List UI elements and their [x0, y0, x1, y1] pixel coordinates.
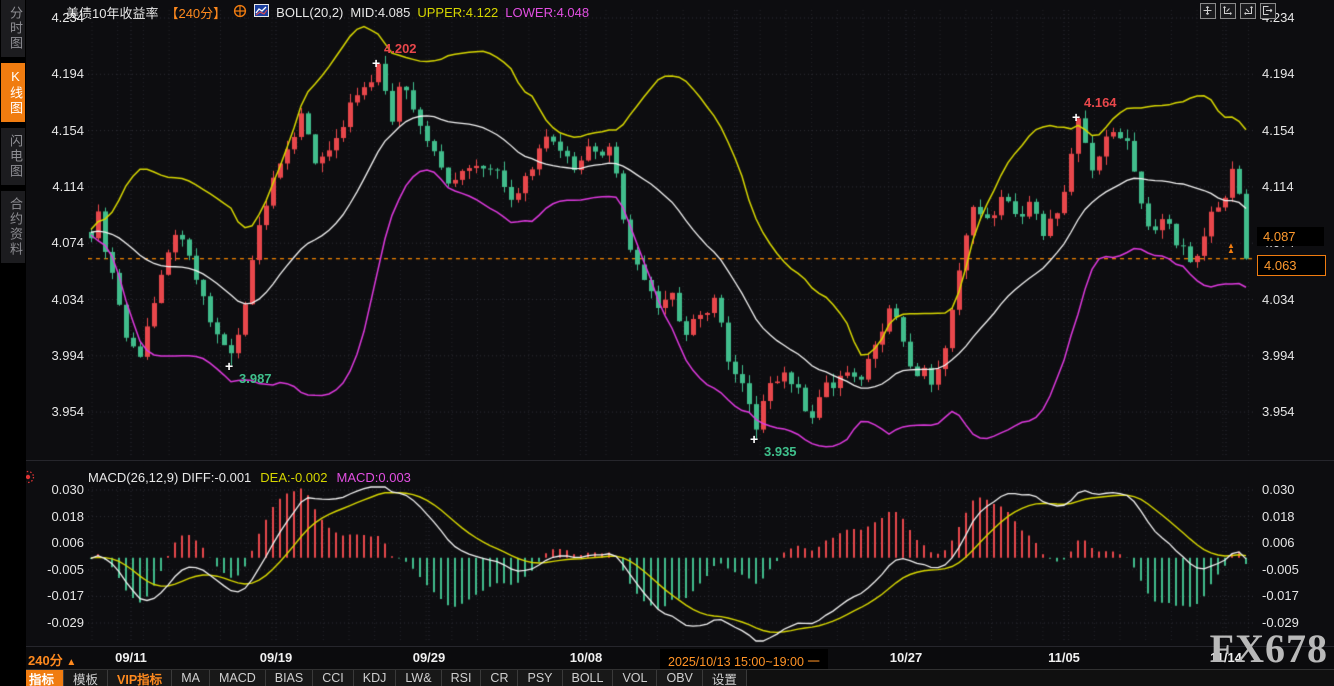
sidebar-tab-1[interactable]: K线图 — [1, 63, 25, 122]
macd-y-tick-left: 0.006 — [28, 535, 84, 550]
crosshair-circle-icon[interactable] — [233, 4, 247, 21]
sidebar-tab-0[interactable]: 分时图 — [1, 0, 25, 57]
main-y-tick-right: 3.954 — [1262, 404, 1318, 419]
main-y-tick-right: 4.194 — [1262, 66, 1318, 81]
macd-y-tick-left: 0.030 — [28, 482, 84, 497]
toolbar-button-RSI[interactable]: RSI — [442, 670, 482, 686]
macd-value-label: MACD:0.003 — [336, 470, 410, 485]
macd-y-tick-left: 0.018 — [28, 509, 84, 524]
extreme-cross-marker: + — [225, 359, 233, 373]
symbol-title: 美债10年收益率 — [66, 3, 158, 22]
extreme-price-label: 3.935 — [764, 444, 797, 459]
x-axis-date-label: 09/19 — [260, 650, 293, 665]
macd-y-tick-left: -0.017 — [28, 588, 84, 603]
main-y-tick-left: 3.994 — [28, 348, 84, 363]
period-dropdown[interactable]: 240分 ▲ — [28, 650, 76, 669]
price-tag-last: 4.063 — [1257, 255, 1326, 276]
toolbar-button-BIAS[interactable]: BIAS — [266, 670, 314, 686]
axis-zoom-right-icon[interactable] — [1240, 3, 1256, 19]
macd-y-tick-left: -0.029 — [28, 615, 84, 630]
sidebar-tab-2[interactable]: 闪电图 — [1, 128, 25, 185]
main-y-tick-left: 4.114 — [28, 179, 84, 194]
window-tool-icons — [1200, 3, 1276, 19]
toolbar-button-MACD[interactable]: MACD — [210, 670, 266, 686]
boll-lower-value: LOWER:4.048 — [505, 5, 589, 20]
main-y-tick-right: 3.994 — [1262, 348, 1318, 363]
main-y-tick-left: 4.034 — [28, 292, 84, 307]
x-axis-date-label: 10/27 — [890, 650, 923, 665]
toolbar-button-CR[interactable]: CR — [481, 670, 518, 686]
toolbar-button-KDJ[interactable]: KDJ — [354, 670, 397, 686]
extreme-cross-marker: + — [372, 56, 380, 70]
main-y-tick-right: 4.154 — [1262, 123, 1318, 138]
price-tag-previous: 4.087 — [1257, 227, 1324, 246]
period-tag: 【240分】 — [165, 3, 226, 22]
extreme-price-label: 4.202 — [384, 41, 417, 56]
macd-y-tick-right: 0.030 — [1262, 482, 1318, 497]
macd-y-tick-left: -0.005 — [28, 562, 84, 577]
macd-y-tick-right: -0.017 — [1262, 588, 1318, 603]
boll-indicator-label: BOLL(20,2) — [276, 5, 343, 20]
panel-divider — [26, 460, 1334, 461]
x-axis-date-label: 11/05 — [1048, 650, 1080, 665]
extreme-cross-marker: + — [750, 432, 758, 446]
left-sidebar: 分时图 K线图闪电图合约资料 — [0, 0, 26, 686]
x-axis-date-label: 09/29 — [413, 650, 446, 665]
top-indicator-bar: 美债10年收益率 【240分】 BOLL(20,2) MID:4.085 UPP… — [66, 3, 589, 21]
macd-header: MACD(26,12,9) DIFF:-0.001 DEA:-0.002 MAC… — [88, 470, 411, 485]
main-y-tick-right: 4.114 — [1262, 179, 1318, 194]
main-y-tick-left: 4.154 — [28, 123, 84, 138]
mini-chart-icon[interactable] — [254, 4, 269, 20]
toolbar-button-设置[interactable]: 设置 — [703, 670, 747, 686]
main-chart-canvas[interactable] — [88, 8, 1253, 460]
indicator-toolbar: 指标模板VIP指标MAMACDBIASCCIKDJLW&RSICRPSYBOLL… — [0, 669, 1334, 686]
toolbar-button-BOLL[interactable]: BOLL — [563, 670, 614, 686]
main-y-tick-left: 4.074 — [28, 235, 84, 250]
extreme-price-label: 3.987 — [239, 371, 272, 386]
boll-upper-value: UPPER:4.122 — [417, 5, 498, 20]
toolbar-button-VIP指标[interactable]: VIP指标 — [108, 670, 172, 686]
last-price-marker-icon: ▲▲ — [1227, 243, 1235, 253]
toolbar-button-OBV[interactable]: OBV — [657, 670, 702, 686]
toolbar-button-指标[interactable]: 指标 — [20, 670, 64, 686]
macd-y-tick-right: -0.005 — [1262, 562, 1318, 577]
toolbar-button-CCI[interactable]: CCI — [313, 670, 354, 686]
main-y-tick-left: 3.954 — [28, 404, 84, 419]
pan-crosshair-icon[interactable] — [1200, 3, 1216, 19]
boll-mid-value: MID:4.085 — [350, 5, 410, 20]
main-y-tick-left: 4.194 — [28, 66, 84, 81]
macd-y-tick-right: 0.018 — [1262, 509, 1318, 524]
toolbar-button-LW&[interactable]: LW& — [396, 670, 441, 686]
macd-y-tick-right: 0.006 — [1262, 535, 1318, 550]
dropdown-arrow-icon: ▲ — [66, 657, 76, 668]
macd-diff-label: MACD(26,12,9) DIFF:-0.001 — [88, 470, 251, 485]
extreme-price-label: 4.164 — [1084, 95, 1117, 110]
toolbar-button-MA[interactable]: MA — [172, 670, 210, 686]
main-y-tick-right: 4.034 — [1262, 292, 1318, 307]
extreme-cross-marker: + — [1072, 110, 1080, 124]
watermark: FX678 — [1210, 625, 1328, 672]
macd-chart-canvas[interactable] — [88, 485, 1253, 645]
x-axis-date-label: 10/08 — [570, 650, 603, 665]
toolbar-button-模板[interactable]: 模板 — [64, 670, 108, 686]
x-axis-date-label: 09/11 — [115, 650, 147, 665]
macd-dea-label: DEA:-0.002 — [260, 470, 327, 485]
toolbar-button-PSY[interactable]: PSY — [518, 670, 562, 686]
axis-zoom-left-icon[interactable] — [1220, 3, 1236, 19]
pane-export-icon[interactable] — [1260, 3, 1276, 19]
chart-app-window: 分时图 K线图闪电图合约资料 美债10年收益率 【240分】 BOLL(20,2)… — [0, 0, 1334, 686]
sidebar-tab-3[interactable]: 合约资料 — [1, 191, 25, 263]
toolbar-button-VOL[interactable]: VOL — [613, 670, 657, 686]
